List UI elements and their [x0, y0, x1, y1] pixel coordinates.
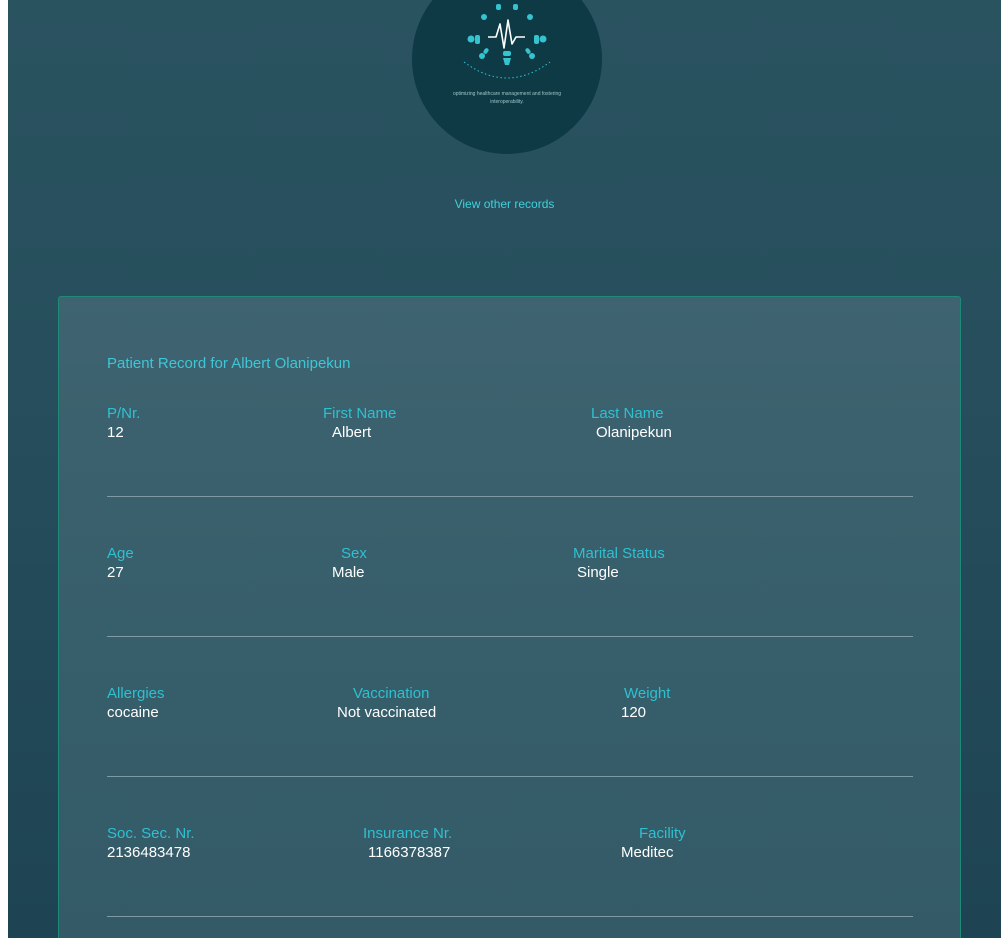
field-value: Not vaccinated: [337, 704, 437, 721]
field-value: 27: [107, 564, 124, 581]
app-logo: optimizing healthcare management and fos…: [412, 0, 602, 154]
field-value: 1166378387: [368, 844, 451, 861]
field-insurance-number: Insurance Nr. 1166378387: [363, 825, 452, 863]
field-value: 12: [107, 424, 124, 441]
view-other-records-link[interactable]: View other records: [8, 197, 1001, 211]
field-value: Albert: [332, 424, 372, 441]
field-patient-number: P/Nr. 12: [107, 405, 140, 443]
field-social-security-number: Soc. Sec. Nr. 2136483478: [107, 825, 195, 863]
field-value: Single: [577, 564, 619, 581]
field-facility: Facility Meditec: [621, 825, 686, 863]
field-label: Insurance Nr.: [363, 825, 453, 842]
field-label: Soc. Sec. Nr.: [107, 825, 195, 842]
field-value: 120: [621, 704, 647, 721]
field-last-name: Last Name Olanipekun: [591, 405, 672, 443]
field-value: cocaine: [107, 704, 159, 721]
field-label: Age: [107, 545, 134, 562]
field-first-name: First Name Albert: [323, 405, 396, 443]
field-label: Weight: [624, 685, 671, 702]
record-title: Patient Record for Albert Olanipekun: [107, 355, 351, 372]
field-value: 2136483478: [107, 844, 191, 861]
field-value: Male: [332, 564, 365, 581]
page-background: optimizing healthcare management and fos…: [8, 0, 1001, 938]
field-value: Meditec: [621, 844, 674, 861]
field-marital-status: Marital Status Single: [573, 545, 665, 583]
field-allergies: Allergies cocaine: [107, 685, 165, 723]
field-label: Last Name: [591, 405, 664, 422]
row-divider: [107, 496, 913, 497]
logo-tagline: optimizing healthcare management and fos…: [452, 91, 562, 105]
field-vaccination: Vaccination Not vaccinated: [337, 685, 436, 723]
field-label: Sex: [341, 545, 367, 562]
field-label: P/Nr.: [107, 405, 141, 422]
field-value: Olanipekun: [596, 424, 672, 441]
row-divider: [107, 916, 913, 917]
field-weight: Weight 120: [621, 685, 671, 723]
row-divider: [107, 776, 913, 777]
field-age: Age 27: [107, 545, 134, 583]
field-label: Marital Status: [573, 545, 665, 562]
field-label: Allergies: [107, 685, 165, 702]
heartbeat-logo-icon: [463, 4, 551, 79]
field-label: Facility: [639, 825, 686, 842]
field-label: First Name: [323, 405, 397, 422]
row-divider: [107, 636, 913, 637]
field-label: Vaccination: [353, 685, 430, 702]
patient-record-card: Patient Record for Albert Olanipekun P/N…: [58, 296, 961, 938]
field-sex: Sex Male: [332, 545, 367, 583]
